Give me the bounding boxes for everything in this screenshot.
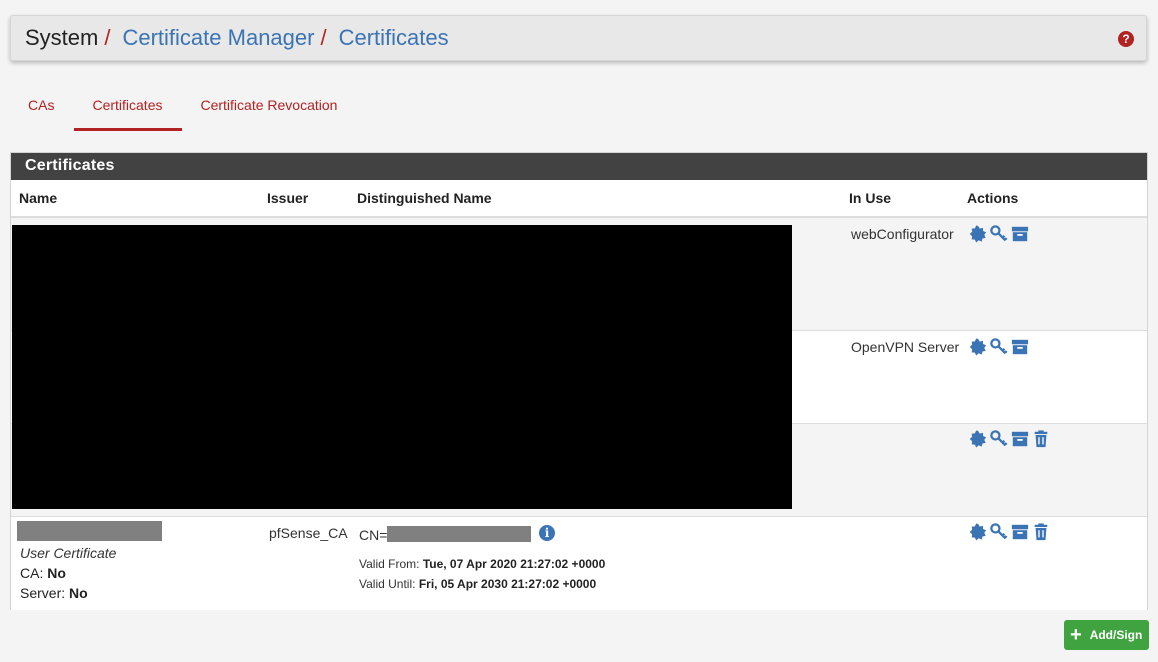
column-header-in-use: In Use <box>849 190 892 206</box>
redacted-name <box>17 521 162 541</box>
valid-until: Valid Until: Fri, 05 Apr 2030 21:27:02 +… <box>359 577 597 591</box>
breadcrumb-separator: / <box>320 25 327 50</box>
table-row: User Certificate CA: No Server: No pfSen… <box>11 517 1147 610</box>
breadcrumb-certificates[interactable]: Certificates <box>339 25 449 51</box>
export-certificate-icon[interactable] <box>969 225 987 243</box>
info-icon[interactable]: i <box>539 525 555 541</box>
panel-title: Certificates <box>11 153 1147 180</box>
tab-certificates[interactable]: Certificates <box>74 88 183 131</box>
server-flag: Server: No <box>20 585 88 601</box>
breadcrumb-certificate-manager[interactable]: Certificate Manager <box>122 25 314 51</box>
delete-icon[interactable] <box>1032 430 1050 448</box>
redacted-area <box>12 225 792 509</box>
row-actions <box>969 225 1029 243</box>
export-p12-icon[interactable] <box>1011 338 1029 356</box>
column-header-distinguished-name: Distinguished Name <box>357 190 492 206</box>
valid-from: Valid From: Tue, 07 Apr 2020 21:27:02 +0… <box>359 557 606 571</box>
issuer-value: pfSense_CA <box>269 525 348 541</box>
export-key-icon[interactable] <box>990 523 1008 541</box>
export-p12-icon[interactable] <box>1011 523 1029 541</box>
export-certificate-icon[interactable] <box>969 430 987 448</box>
export-key-icon[interactable] <box>990 338 1008 356</box>
certificates-panel: Certificates Name Issuer Distinguished N… <box>10 152 1148 610</box>
column-header-issuer: Issuer <box>267 190 309 206</box>
export-p12-icon[interactable] <box>1011 225 1029 243</box>
in-use-value: OpenVPN Server <box>851 339 960 355</box>
delete-icon[interactable] <box>1032 523 1050 541</box>
table-header: Name Issuer Distinguished Name In Use Ac… <box>11 180 1147 218</box>
tab-bar: CAs Certificates Certificate Revocation <box>10 88 357 131</box>
breadcrumb: System / Certificate Manager / Certifica… <box>10 15 1147 61</box>
row-actions <box>969 430 1050 448</box>
breadcrumb-separator: / <box>104 25 111 50</box>
export-p12-icon[interactable] <box>1011 430 1029 448</box>
export-key-icon[interactable] <box>990 430 1008 448</box>
tab-certificate-revocation[interactable]: Certificate Revocation <box>182 88 357 131</box>
in-use-value: webConfigurator <box>851 226 954 242</box>
certificate-type: User Certificate <box>20 545 117 561</box>
dn-prefix: CN= <box>359 527 388 543</box>
help-icon[interactable]: ? <box>1118 31 1134 47</box>
redacted-dn <box>387 526 531 542</box>
export-key-icon[interactable] <box>990 225 1008 243</box>
row-actions <box>969 523 1050 541</box>
column-header-actions: Actions <box>967 190 1019 206</box>
column-header-name: Name <box>19 190 58 206</box>
export-certificate-icon[interactable] <box>969 523 987 541</box>
add-sign-button[interactable]: + Add/Sign <box>1064 620 1149 650</box>
ca-flag: CA: No <box>20 565 66 581</box>
tab-cas[interactable]: CAs <box>10 88 74 131</box>
row-actions <box>969 338 1029 356</box>
breadcrumb-system: System <box>25 25 99 50</box>
export-certificate-icon[interactable] <box>969 338 987 356</box>
plus-icon: + <box>1070 624 1082 646</box>
add-sign-label: Add/Sign <box>1089 628 1143 642</box>
